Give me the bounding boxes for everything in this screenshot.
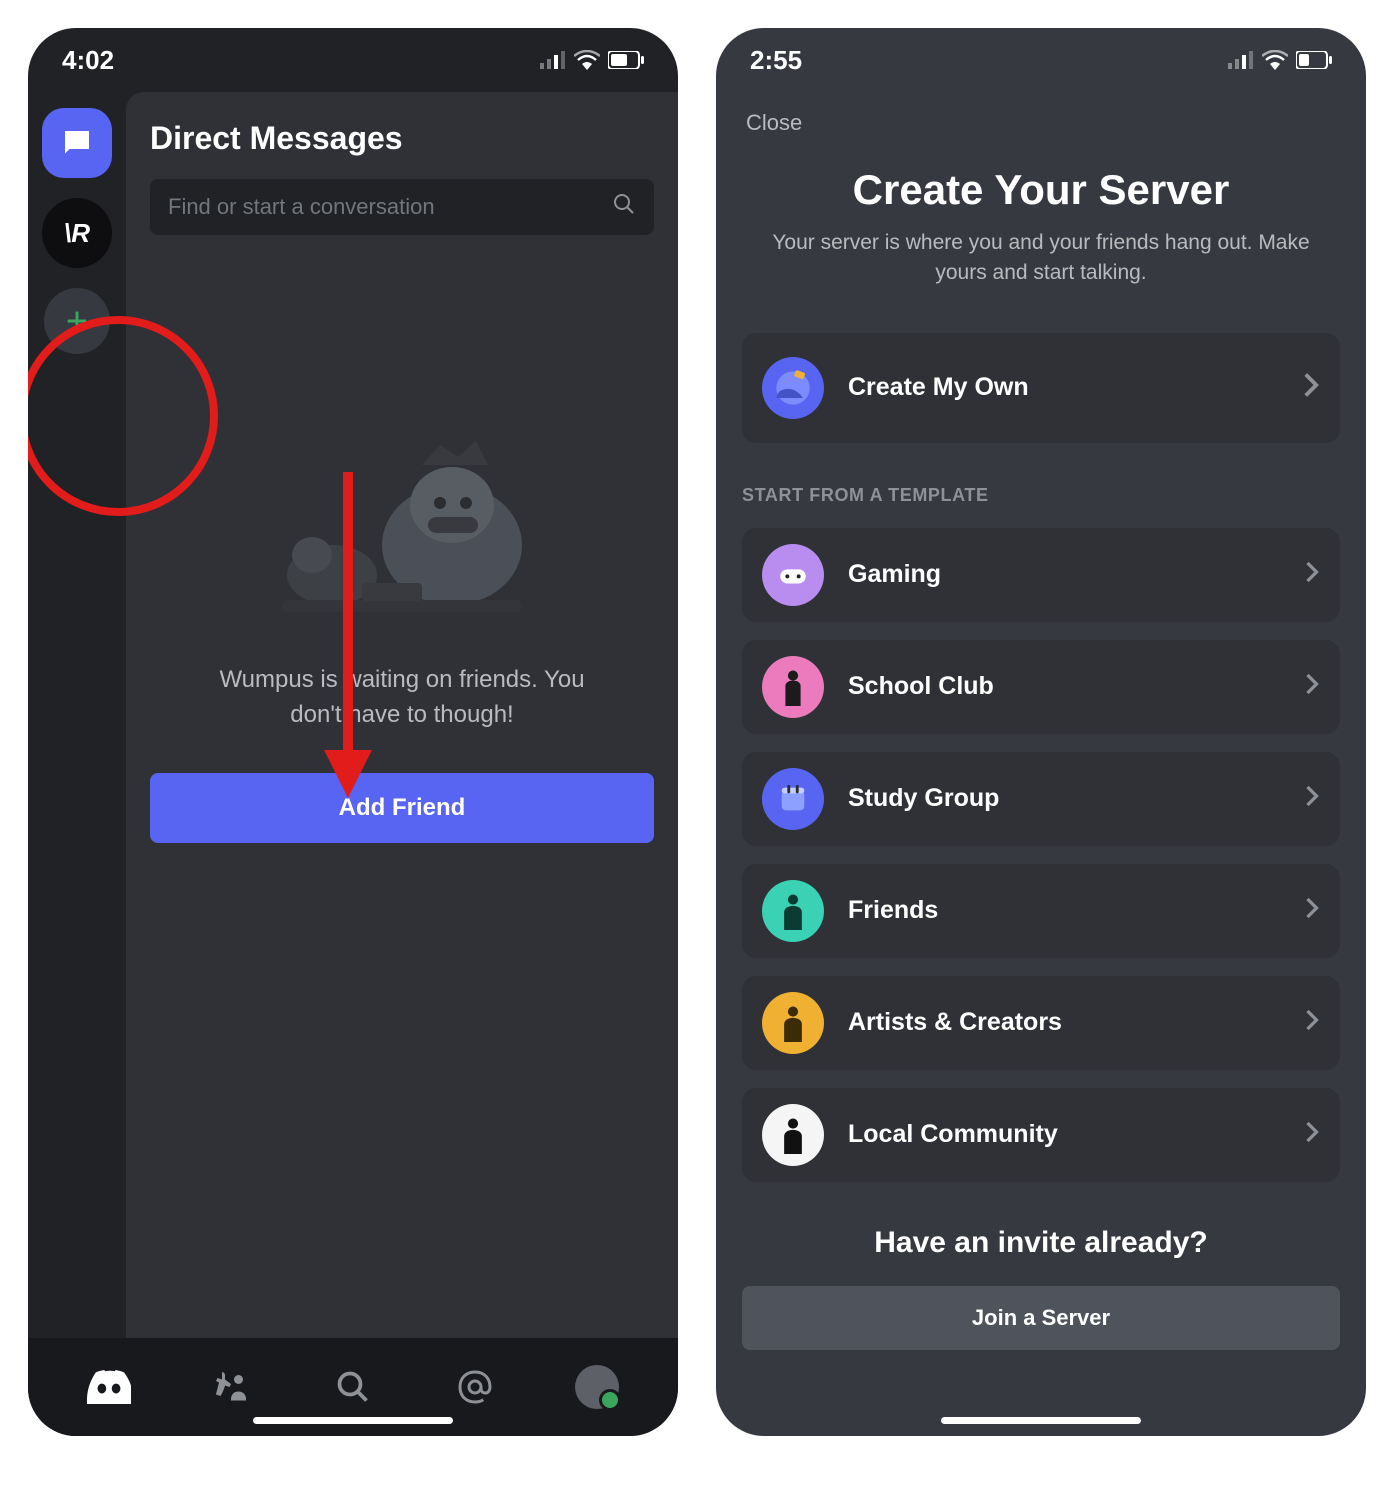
signal-icon [1228,51,1254,69]
signal-icon [540,51,566,69]
invite-title: Have an invite already? [742,1226,1340,1260]
template-label: School Club [848,672,1304,701]
template-heading: START FROM A TEMPLATE [742,485,1340,506]
template-label: Gaming [848,560,1304,589]
avatar-icon [575,1365,619,1409]
dm-home-button[interactable] [42,108,112,178]
chevron-right-icon [1304,896,1320,925]
search-icon [612,192,636,222]
page-subtitle: Your server is where you and your friend… [742,228,1340,289]
template-label: Local Community [848,1120,1304,1149]
wifi-icon [574,50,600,70]
template-icon-gaming [762,544,824,606]
search-input[interactable] [168,194,612,220]
status-bar: 2:55 [716,28,1366,92]
create-own-icon [762,357,824,419]
template-label: Study Group [848,784,1304,813]
template-card-study-group[interactable]: Study Group [742,752,1340,846]
template-card-friends[interactable]: Friends [742,864,1340,958]
chevron-right-icon [1304,1120,1320,1149]
battery-icon [1296,51,1332,69]
server-avatar[interactable]: \R [42,198,112,268]
template-label: Artists & Creators [848,1008,1304,1037]
screenshot-create-server: 2:55 Close Create Your Server Your serve… [716,28,1366,1436]
server-initials: \R [64,218,90,249]
template-card-artists-creators[interactable]: Artists & Creators [742,976,1340,1070]
template-icon-local-community [762,1104,824,1166]
search-bar[interactable] [150,179,654,235]
add-friend-button[interactable]: Add Friend [150,773,654,843]
template-card-gaming[interactable]: Gaming [742,528,1340,622]
empty-message: Wumpus is waiting on friends. You don't … [192,663,612,733]
status-icons [1228,50,1332,70]
template-icon-study-group [762,768,824,830]
empty-state: Wumpus is waiting on friends. You don't … [150,235,654,1338]
battery-icon [608,51,644,69]
tab-search[interactable] [325,1359,381,1415]
dm-panel: Direct Messages [126,92,678,1338]
tab-profile[interactable] [569,1359,625,1415]
chevron-right-icon [1304,560,1320,589]
close-button[interactable]: Close [746,110,802,136]
template-icon-artists-creators [762,992,824,1054]
template-label: Friends [848,896,1304,925]
create-my-own-card[interactable]: Create My Own [742,333,1340,443]
create-own-label: Create My Own [848,373,1302,402]
tab-mentions[interactable] [447,1359,503,1415]
status-time: 4:02 [62,45,114,76]
template-list: Gaming School Club Study Group Friends Artis… [742,510,1340,1182]
status-time: 2:55 [750,45,802,76]
home-indicator [941,1417,1141,1424]
screenshot-dm-screen: 4:02 \R Direct [28,28,678,1436]
template-card-local-community[interactable]: Local Community [742,1088,1340,1182]
chevron-right-icon [1304,1008,1320,1037]
page-title: Create Your Server [742,166,1340,214]
home-indicator [253,1417,453,1424]
status-bar: 4:02 [28,28,678,92]
chevron-right-icon [1304,784,1320,813]
join-server-button[interactable]: Join a Server [742,1286,1340,1350]
tab-friends[interactable] [203,1359,259,1415]
template-icon-school-club [762,656,824,718]
template-icon-friends [762,880,824,942]
add-server-button[interactable] [44,288,110,354]
status-icons [540,50,644,70]
server-rail: \R [28,92,126,1338]
tab-home[interactable] [81,1359,137,1415]
wifi-icon [1262,50,1288,70]
template-card-school-club[interactable]: School Club [742,640,1340,734]
chevron-right-icon [1302,371,1320,404]
chevron-right-icon [1304,672,1320,701]
wumpus-illustration [222,395,582,635]
dm-title: Direct Messages [150,120,654,157]
